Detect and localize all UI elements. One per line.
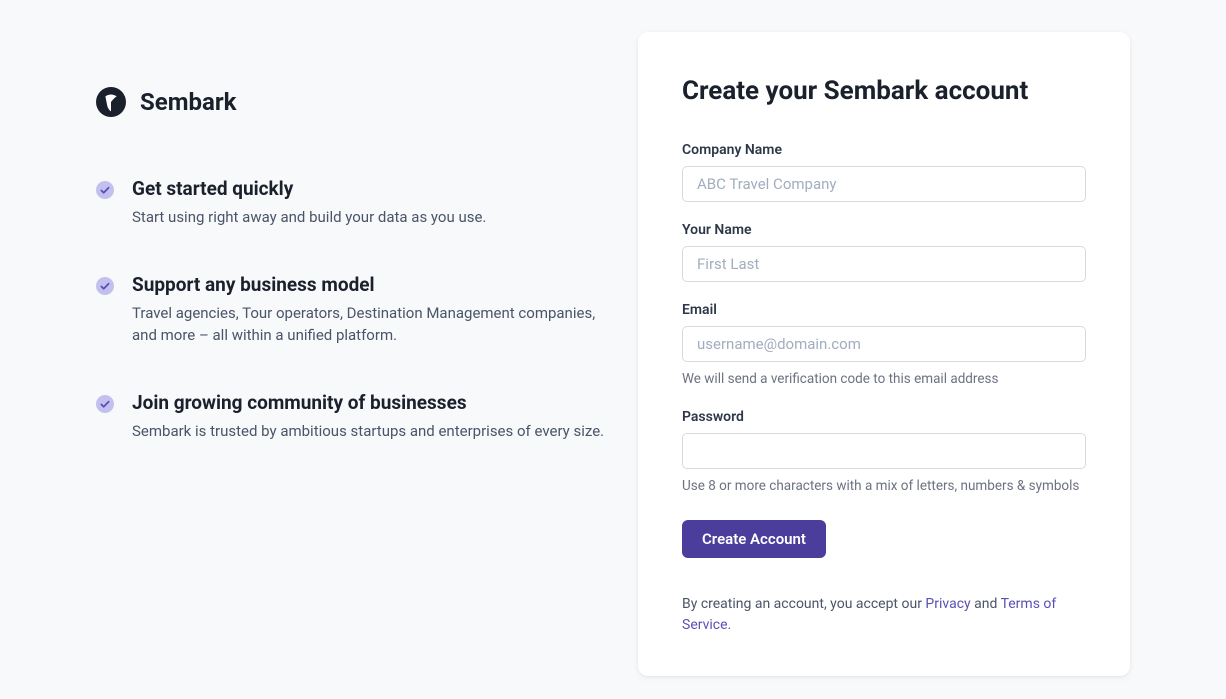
feature-item: Get started quickly Start using right aw… <box>96 177 606 229</box>
feature-item: Join growing community of businesses Sem… <box>96 391 606 443</box>
password-label: Password <box>682 409 1086 425</box>
brand-logo-icon <box>96 87 126 117</box>
password-help: Use 8 or more characters with a mix of l… <box>682 477 1086 496</box>
marketing-panel: Sembark Get started quickly Start using … <box>96 32 606 676</box>
terms-suffix: . <box>728 617 732 633</box>
email-input[interactable] <box>682 326 1086 362</box>
feature-desc: Travel agencies, Tour operators, Destina… <box>132 302 606 347</box>
email-help: We will send a verification code to this… <box>682 370 1086 389</box>
form-title: Create your Sembark account <box>682 76 1086 106</box>
terms-prefix: By creating an account, you accept our <box>682 596 925 612</box>
brand: Sembark <box>96 87 606 117</box>
name-input[interactable] <box>682 246 1086 282</box>
brand-name: Sembark <box>140 88 236 116</box>
privacy-link[interactable]: Privacy <box>925 596 970 612</box>
email-label: Email <box>682 302 1086 318</box>
name-label: Your Name <box>682 222 1086 238</box>
feature-item: Support any business model Travel agenci… <box>96 273 606 347</box>
check-circle-icon <box>96 277 114 295</box>
company-label: Company Name <box>682 142 1086 158</box>
company-input[interactable] <box>682 166 1086 202</box>
feature-desc: Sembark is trusted by ambitious startups… <box>132 420 606 443</box>
terms-and: and <box>971 596 1001 612</box>
terms-text: By creating an account, you accept our P… <box>682 594 1086 636</box>
create-account-button[interactable]: Create Account <box>682 520 826 558</box>
feature-title: Join growing community of businesses <box>132 391 606 414</box>
signup-card: Create your Sembark account Company Name… <box>638 32 1130 676</box>
feature-title: Get started quickly <box>132 177 606 200</box>
feature-title: Support any business model <box>132 273 606 296</box>
check-circle-icon <box>96 181 114 199</box>
password-input[interactable] <box>682 433 1086 469</box>
check-circle-icon <box>96 395 114 413</box>
feature-desc: Start using right away and build your da… <box>132 206 606 229</box>
